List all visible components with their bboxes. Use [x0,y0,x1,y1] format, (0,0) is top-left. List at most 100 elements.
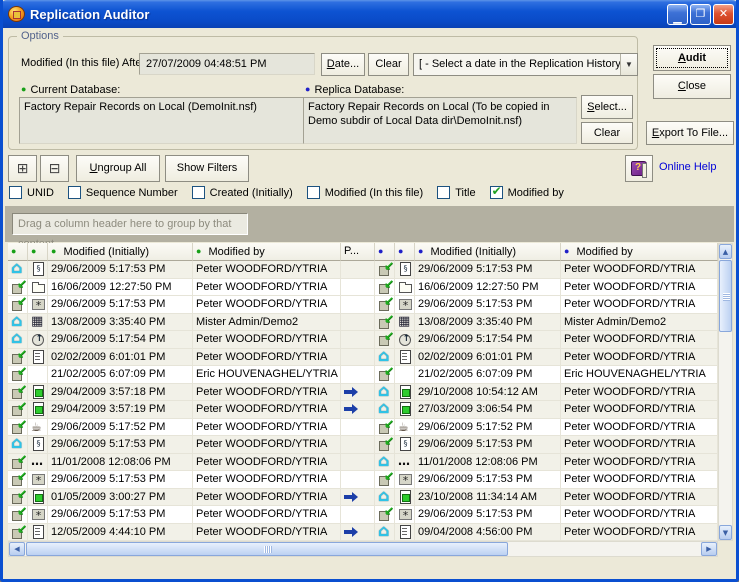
current-database-value: Factory Repair Records on Local (DemoIni… [19,97,309,144]
copy-icon [378,332,393,346]
close-window-button[interactable]: ✕ [713,4,734,25]
cell-present-arrow [341,331,375,349]
grid-row[interactable]: 11/01/2008 12:08:06 PM Peter WOODFORD/YT… [8,454,718,472]
column-filter-checkbox[interactable]: Title [437,186,475,199]
expand-all-button[interactable]: ⊞ [8,155,37,182]
checkbox-icon[interactable] [9,186,22,199]
grid-row[interactable]: 21/02/2005 6:07:09 PM Eric HOUVENAGHEL/Y… [8,366,718,384]
column-header-type-left[interactable]: ● [28,243,48,261]
scroll-right-button[interactable]: ▶ [701,542,717,556]
grid-row[interactable]: 29/06/2009 5:17:52 PM Peter WOODFORD/YTR… [8,419,718,437]
column-filter-checkbox[interactable]: Created (Initially) [192,186,293,199]
vertical-scrollbar[interactable]: ▲ ▼ [718,243,733,541]
scroll-left-button[interactable]: ◀ [9,542,25,556]
column-header-modified-right[interactable]: ● Modified (Initially) [415,243,561,261]
cell-type-left [28,296,48,314]
audit-button[interactable]: Audit [653,45,731,71]
home-icon [11,332,26,346]
home-icon [378,490,393,504]
checkbox-icon[interactable] [68,186,81,199]
cell-modified-right: 16/06/2009 12:27:50 PM [415,279,561,297]
column-header-modified-by-left[interactable]: ● Modified by [193,243,341,261]
ungroup-all-button[interactable]: Ungroup All [76,155,160,182]
maximize-button[interactable]: ❐ [690,4,711,25]
column-header-modified-by-right[interactable]: ● Modified by [561,243,718,261]
column-filter-checkbox[interactable]: Modified by [490,186,564,199]
horizontal-scrollbar[interactable]: ◀ ▶ [8,541,718,557]
cell-status-left [8,349,28,367]
design-icon [398,437,413,451]
cell-modified-left: 16/06/2009 12:27:50 PM [48,279,193,297]
grid-row[interactable]: 13/08/2009 3:35:40 PM Mister Admin/Demo2… [8,314,718,332]
replication-history-dropdown[interactable]: [ - Select a date in the Replication His… [413,53,638,76]
grid-row[interactable]: 29/06/2009 5:17:53 PM Peter WOODFORD/YTR… [8,471,718,489]
checkbox-icon[interactable] [307,186,320,199]
titlebar[interactable]: Replication Auditor ▁ ❐ ✕ [0,0,739,28]
grid-row[interactable]: 29/06/2009 5:17:54 PM Peter WOODFORD/YTR… [8,331,718,349]
cell-modified-right: 29/06/2009 5:17:53 PM [415,261,561,279]
collapse-all-icon: ⊟ [49,160,61,176]
copy-icon [11,507,26,521]
online-help-link[interactable]: Online Help [659,161,716,173]
scroll-up-button[interactable]: ▲ [719,244,732,259]
column-header-status-right[interactable]: ● [375,243,395,261]
cell-modified-right: 29/06/2009 5:17:53 PM [415,471,561,489]
column-header-present[interactable]: P... [341,243,375,261]
collapse-all-button[interactable]: ⊟ [40,155,69,182]
column-filter-checkbox[interactable]: UNID [9,186,54,199]
chevron-down-icon[interactable]: ▼ [620,54,637,75]
cell-type-left [28,506,48,524]
cell-present-arrow [341,454,375,472]
close-button[interactable]: Close [653,74,731,99]
grid-row[interactable]: 16/06/2009 12:27:50 PM Peter WOODFORD/YT… [8,279,718,297]
cell-modified-right: 27/03/2009 3:06:54 PM [415,401,561,419]
grid-row[interactable]: 29/06/2009 5:17:53 PM Peter WOODFORD/YTR… [8,506,718,524]
checkbox-icon[interactable] [192,186,205,199]
cell-present-arrow [341,489,375,507]
show-filters-button[interactable]: Show Filters [165,155,249,182]
grid-row[interactable]: 02/02/2009 6:01:01 PM Peter WOODFORD/YTR… [8,349,718,367]
column-filter-checkbox[interactable]: Modified (In this file) [307,186,423,199]
group-by-dropzone[interactable]: Drag a column header here to group by th… [5,206,734,242]
minimize-button[interactable]: ▁ [667,4,688,25]
checkbox-icon[interactable] [437,186,450,199]
grid-row[interactable]: 29/04/2009 3:57:18 PM Peter WOODFORD/YTR… [8,384,718,402]
grid-row[interactable]: 29/04/2009 3:57:19 PM Peter WOODFORD/YTR… [8,401,718,419]
checkbox-label: UNID [27,187,54,199]
copy-icon [11,280,26,294]
column-header-modified-left[interactable]: ● Modified (Initially) [48,243,193,261]
cell-status-left [8,419,28,437]
cell-type-right [395,366,415,384]
column-header-type-right[interactable]: ● [395,243,415,261]
cell-status-right [375,454,395,472]
clear-replica-button[interactable]: Clear [581,122,633,144]
cell-type-left [28,419,48,437]
options-legend: Options [17,30,63,42]
blue-dot-icon: ● [378,246,383,256]
clear-date-button[interactable]: Clear [368,53,409,76]
grid-row[interactable]: 29/06/2009 5:17:53 PM Peter WOODFORD/YTR… [8,296,718,314]
checkbox-icon[interactable] [490,186,503,199]
horizontal-scroll-thumb[interactable] [26,542,508,556]
cell-modified-by-left: Peter WOODFORD/YTRIA [193,279,341,297]
cell-modified-by-left: Peter WOODFORD/YTRIA [193,506,341,524]
horizontal-scroll-track[interactable] [25,542,701,556]
online-help-button[interactable] [625,155,653,182]
column-header-status-left[interactable]: ● [8,243,28,261]
cell-modified-by-right: Peter WOODFORD/YTRIA [561,279,718,297]
column-filter-checkbox[interactable]: Sequence Number [68,186,178,199]
cell-modified-right: 13/08/2009 3:35:40 PM [415,314,561,332]
grid-row[interactable]: 29/06/2009 5:17:53 PM Peter WOODFORD/YTR… [8,436,718,454]
grid-row[interactable]: 29/06/2009 5:17:53 PM Peter WOODFORD/YTR… [8,261,718,279]
vertical-scroll-thumb[interactable] [719,260,732,332]
grid-row[interactable]: 12/05/2009 4:44:10 PM Peter WOODFORD/YTR… [8,524,718,542]
scroll-down-button[interactable]: ▼ [719,525,732,540]
grid-row[interactable]: 01/05/2009 3:00:27 PM Peter WOODFORD/YTR… [8,489,718,507]
export-to-file-button[interactable]: Export To File... [646,121,734,145]
cell-type-right [395,401,415,419]
options-groupbox: Options Modified (In this file) After 27… [8,36,638,150]
date-button[interactable]: Date... [321,53,365,76]
form-icon [31,525,46,539]
cell-modified-by-left: Peter WOODFORD/YTRIA [193,419,341,437]
select-replica-button[interactable]: Select... [581,95,633,119]
